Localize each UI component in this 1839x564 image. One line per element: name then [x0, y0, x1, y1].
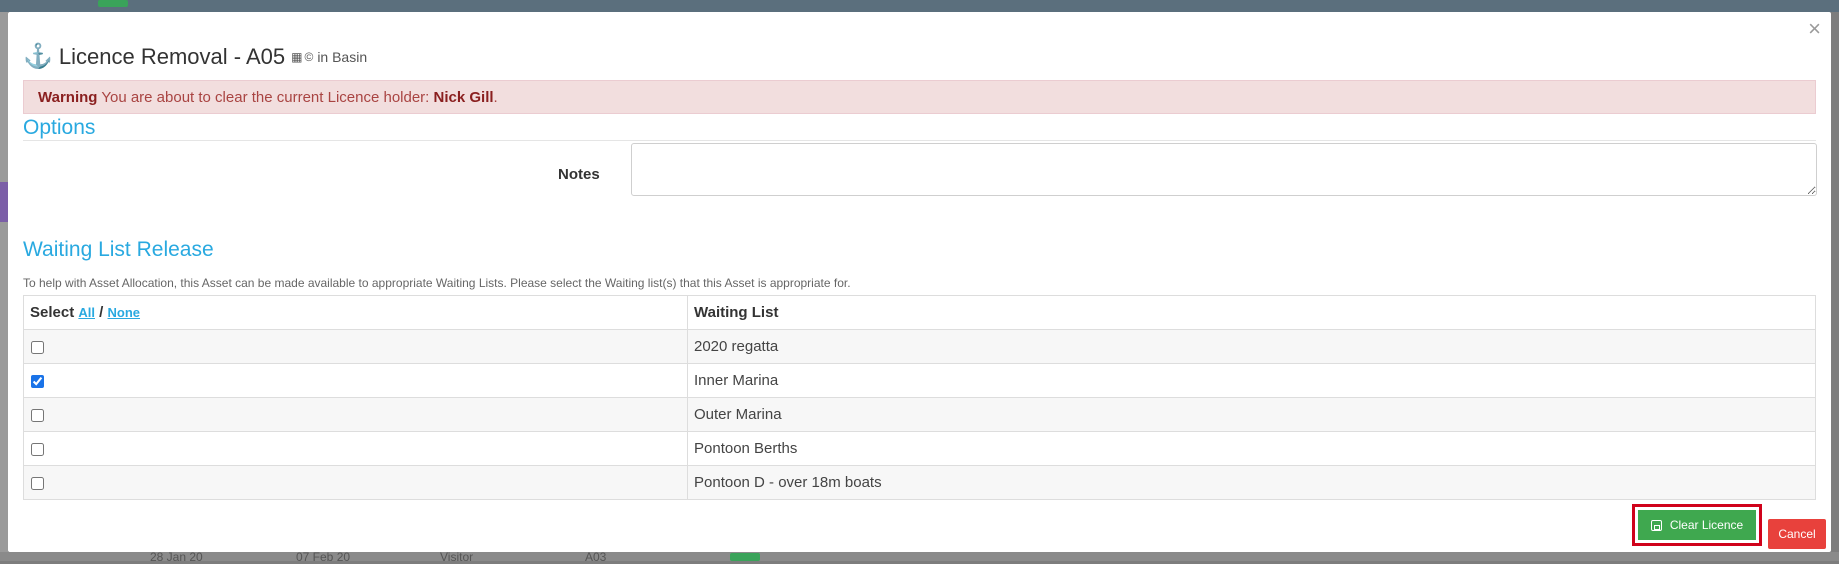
table-row: 2020 regatta — [23, 329, 1816, 364]
select-column-header: Select All / None — [23, 295, 688, 330]
close-icon[interactable]: × — [1808, 18, 1821, 40]
checkbox-cell — [23, 363, 688, 398]
waiting-list-name: Inner Marina — [687, 363, 1816, 398]
table-header-row: Select All / None Waiting List — [23, 295, 1816, 330]
checkbox-cell — [23, 397, 688, 432]
location-meta: ▦ © in Basin — [291, 49, 367, 65]
save-icon — [1650, 519, 1662, 531]
waiting-list-table: Select All / None Waiting List 2020 rega… — [23, 295, 1816, 500]
building-icon: ▦ — [291, 50, 303, 64]
select-none-link[interactable]: None — [108, 305, 141, 320]
cancel-button[interactable]: Cancel — [1768, 519, 1826, 549]
anchor-icon: ⚓ — [23, 43, 53, 70]
modal-title: ⚓ Licence Removal - A05 ▦ © in Basin — [23, 44, 367, 70]
background-header — [0, 0, 1839, 12]
warning-text: You are about to clear the current Licen… — [101, 89, 430, 106]
select-label: Select — [30, 304, 75, 321]
waiting-list-checkbox[interactable] — [31, 340, 44, 354]
table-row: Pontoon Berths — [23, 431, 1816, 466]
options-heading: Options — [23, 116, 96, 139]
clear-licence-highlight: Clear Licence — [1632, 504, 1762, 546]
waiting-list-name: Outer Marina — [687, 397, 1816, 432]
waiting-list-name: Pontoon Berths — [687, 431, 1816, 466]
warning-end: . — [493, 89, 498, 106]
modal-title-text: Licence Removal - A05 — [58, 44, 286, 69]
table-row: Pontoon D - over 18m boats — [23, 465, 1816, 500]
licence-removal-modal: × ⚓ Licence Removal - A05 ▦ © in Basin W… — [8, 12, 1831, 552]
checkbox-cell — [23, 329, 688, 364]
clear-licence-button[interactable]: Clear Licence — [1638, 510, 1756, 540]
warning-alert: Warning You are about to clear the curre… — [23, 80, 1816, 114]
background-cell: 28 Jan 20 — [150, 550, 203, 564]
background-badge — [730, 553, 760, 561]
background-cell: Visitor — [440, 550, 474, 564]
checkbox-cell — [23, 465, 688, 500]
table-row: Outer Marina — [23, 397, 1816, 432]
background-cell: 07 Feb 20 — [296, 550, 351, 564]
waiting-list-checkbox[interactable] — [31, 476, 44, 490]
notes-label: Notes — [558, 166, 600, 183]
background-table-row: 28 Jan 20 07 Feb 20 Visitor A03 — [0, 550, 1839, 564]
table-row: Inner Marina — [23, 363, 1816, 398]
select-separator: / — [99, 304, 104, 321]
waiting-list-help: To help with Asset Allocation, this Asse… — [23, 276, 851, 290]
waiting-list-heading: Waiting List Release — [23, 238, 214, 261]
licence-holder-name: Nick Gill — [433, 89, 494, 106]
divider — [23, 140, 1816, 141]
background-cell: A03 — [585, 550, 607, 564]
copyright-icon: © — [304, 50, 314, 64]
warning-label: Warning — [38, 89, 98, 106]
notes-field[interactable] — [631, 143, 1817, 196]
background-badge — [98, 0, 128, 7]
waiting-list-checkbox[interactable] — [31, 408, 44, 422]
waiting-list-name: 2020 regatta — [687, 329, 1816, 364]
waiting-list-name: Pontoon D - over 18m boats — [687, 465, 1816, 500]
waiting-list-checkbox[interactable] — [31, 374, 44, 388]
checkbox-cell — [23, 431, 688, 466]
clear-licence-label: Clear Licence — [1669, 518, 1744, 532]
background-sidebar-accent — [0, 182, 8, 222]
waiting-list-column-header: Waiting List — [687, 295, 1816, 330]
location-text: in Basin — [317, 49, 368, 65]
select-all-link[interactable]: All — [78, 305, 95, 320]
waiting-list-checkbox[interactable] — [31, 442, 44, 456]
background-sidebar — [0, 12, 8, 561]
